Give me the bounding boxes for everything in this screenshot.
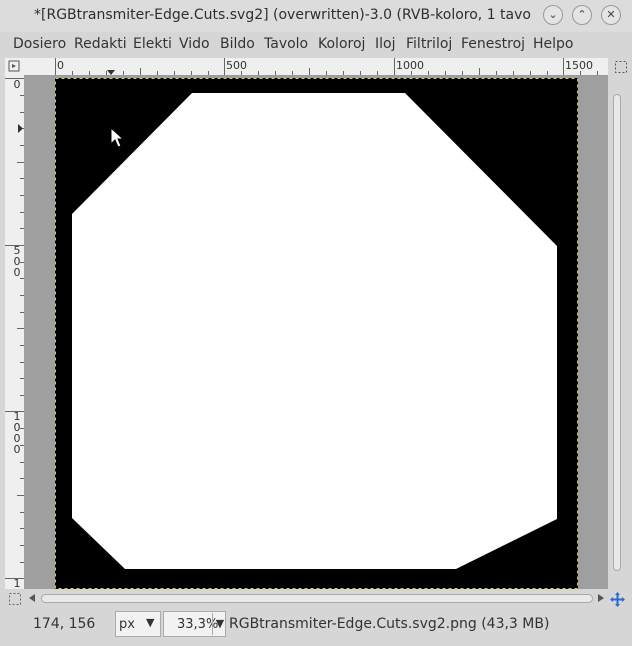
vertical-scrollbar-thumb[interactable] xyxy=(613,94,621,571)
menu-fenestroj[interactable]: Fenestroj xyxy=(461,36,525,52)
menu-koloroj[interactable]: Koloroj xyxy=(318,36,365,52)
file-info: RGBtransmiter-Edge.Cuts.svg2.png (43,3 M… xyxy=(229,616,550,632)
horizontal-scrollbar-thumb[interactable] xyxy=(41,594,593,603)
ruler-corner[interactable] xyxy=(5,58,24,75)
pointer-position-marker xyxy=(107,70,115,75)
pointer-position-marker xyxy=(18,124,23,133)
quick-mask-icon[interactable] xyxy=(5,58,24,75)
vruler-label: 1 xyxy=(13,577,21,590)
zoom-selector[interactable]: 33,3% ▼ xyxy=(163,611,226,637)
horizontal-ruler[interactable]: 0 500 1000 1500 xyxy=(24,58,608,76)
unit-selector[interactable]: px ▼ xyxy=(115,611,161,637)
close-button[interactable]: ✕ xyxy=(601,5,621,25)
minimize-button[interactable]: ⌄ xyxy=(543,5,563,25)
menu-elekti[interactable]: Elekti xyxy=(133,36,172,52)
menu-iloj[interactable]: Iloj xyxy=(375,36,395,52)
mouse-pointer-icon xyxy=(110,127,125,148)
maximize-icon: ⌃ xyxy=(577,8,587,21)
vruler-label: 1 0 0 0 xyxy=(13,410,21,456)
pointer-coordinates: 174, 156 xyxy=(33,616,96,632)
zoom-fit-icon[interactable] xyxy=(614,60,628,74)
octagon-shape xyxy=(55,78,578,589)
horizontal-ruler-ticks xyxy=(55,58,598,75)
hruler-label: 500 xyxy=(226,59,247,72)
menu-filtriloj[interactable]: Filtriloj xyxy=(406,36,452,52)
status-bar: 174, 156 px ▼ 33,3% ▼ RGBtransmiter-Edge… xyxy=(0,608,632,646)
menu-redakti[interactable]: Redakti xyxy=(74,36,127,52)
window-title: *[RGBtransmiter-Edge.Cuts.svg2] (overwri… xyxy=(34,7,532,23)
scroll-right-icon[interactable] xyxy=(597,593,605,603)
toggle-quick-mask-icon[interactable] xyxy=(8,592,22,606)
menu-helpo[interactable]: Helpo xyxy=(533,36,573,52)
maximize-button[interactable]: ⌃ xyxy=(572,5,592,25)
hruler-label: 0 xyxy=(57,59,64,72)
close-icon: ✕ xyxy=(606,8,616,21)
vertical-ruler[interactable]: 0 5 0 0 1 0 0 0 1 xyxy=(5,75,25,589)
navigate-icon[interactable] xyxy=(609,591,626,608)
hruler-label: 1500 xyxy=(565,59,593,72)
menu-tavolo[interactable]: Tavolo xyxy=(264,36,308,52)
vertical-scrollbar[interactable] xyxy=(608,76,626,589)
vertical-ruler-ticks xyxy=(5,78,24,579)
hruler-label: 1000 xyxy=(396,59,424,72)
menu-bildo[interactable]: Bildo xyxy=(220,36,255,52)
image-viewport[interactable] xyxy=(24,76,608,589)
menu-dosiero[interactable]: Dosiero xyxy=(13,36,66,52)
unit-value: px xyxy=(119,617,135,632)
menu-bar: Dosiero Redakti Elekti Vido Bildo Tavolo… xyxy=(0,34,632,56)
title-bar: *[RGBtransmiter-Edge.Cuts.svg2] (overwri… xyxy=(0,0,632,32)
scroll-left-icon[interactable] xyxy=(28,593,36,603)
menu-vido[interactable]: Vido xyxy=(179,36,210,52)
dropdown-arrow-icon[interactable]: ▼ xyxy=(212,613,227,635)
minimize-icon: ⌄ xyxy=(548,8,558,21)
vruler-label: 5 0 0 xyxy=(13,244,21,279)
dropdown-arrow-icon: ▼ xyxy=(146,616,155,629)
vruler-label: 0 xyxy=(13,78,21,91)
horizontal-scrollbar[interactable] xyxy=(24,590,608,606)
image-canvas[interactable] xyxy=(55,78,578,589)
